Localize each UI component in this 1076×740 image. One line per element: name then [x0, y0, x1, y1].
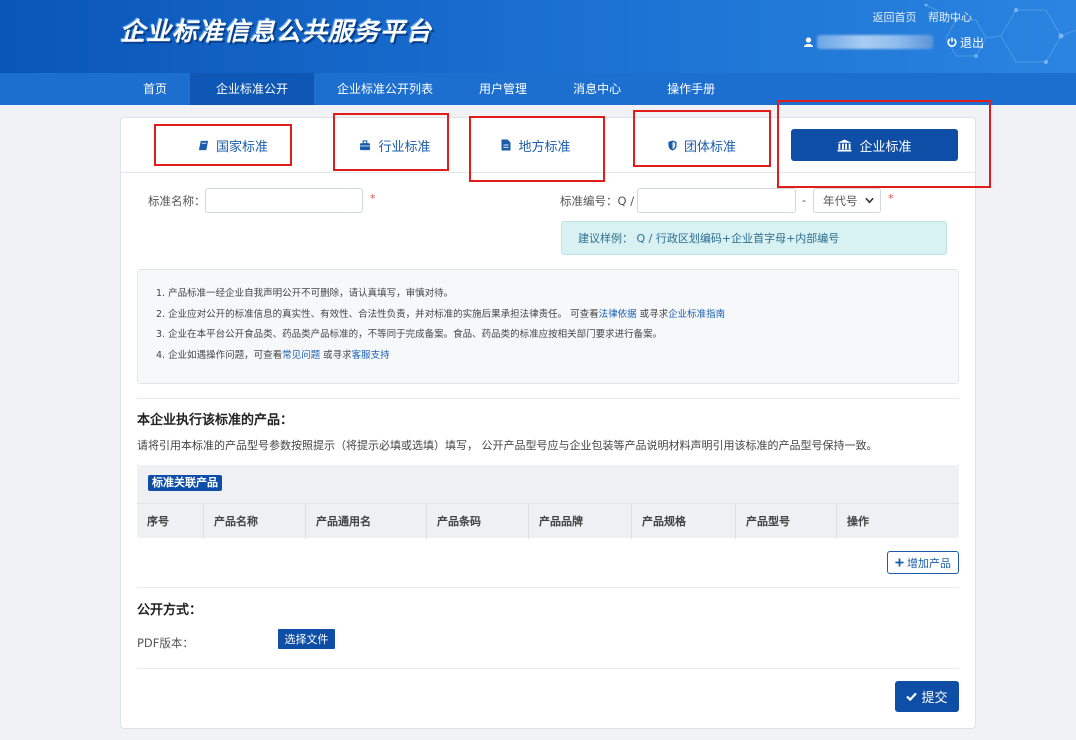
notice-line-1: 1. 产品标准一经企业自我声明公开不可删除，请认真填写，审慎对待。: [156, 288, 454, 299]
tab-group-standard[interactable]: 团体标准: [639, 129, 765, 161]
standard-name-label: 标准名称：: [148, 194, 206, 208]
year-select[interactable]: 年代号: [813, 188, 881, 213]
standard-name-input[interactable]: [205, 188, 363, 213]
site-header: 企业标准信息公共服务平台 返回首页 帮助中心 退出: [0, 0, 1076, 73]
notice-line-2: 2. 企业应对公开的标准信息的真实性、有效性、合法性负责，并对标准的实施后果承担…: [156, 305, 940, 326]
tab-national-standard[interactable]: 国家标准: [173, 129, 293, 161]
add-product-button[interactable]: 增加产品: [887, 551, 959, 574]
nav-item-user-management[interactable]: 用户管理: [456, 73, 550, 105]
table-badge: 标准关联产品: [148, 475, 222, 491]
tab-enterprise-standard[interactable]: 企业标准: [791, 129, 958, 161]
submit-label: 提交: [921, 691, 948, 706]
column-header: 操作: [847, 515, 869, 528]
notice-text: 2. 企业应对公开的标准信息的真实性、有效性、合法性负责，并对标准的实施后果承担…: [156, 308, 599, 320]
divider: [137, 668, 959, 669]
top-links: 返回首页 帮助中心: [865, 9, 973, 25]
shield-icon: [668, 140, 677, 150]
username-redacted: [817, 35, 933, 49]
document-icon: [501, 139, 511, 151]
products-section-title: 本企业执行该标准的产品：: [137, 413, 294, 428]
notice-text: 或寻求: [636, 308, 669, 320]
tab-label: 国家标准: [215, 139, 268, 155]
publish-section-title: 公开方式：: [137, 603, 203, 618]
tab-label: 团体标准: [683, 139, 736, 155]
legal-basis-link[interactable]: 法律依据: [599, 309, 637, 320]
column-header: 产品条码: [427, 504, 529, 539]
user-icon: [804, 37, 813, 47]
site-title: 企业标准信息公共服务平台: [120, 17, 433, 46]
table-header: 序号 产品名称 产品通用名 产品条码 产品品牌 产品规格 产品型号 操作: [137, 503, 959, 539]
nav-item-message-center[interactable]: 消息中心: [550, 73, 644, 105]
tab-label: 行业标准: [378, 139, 431, 155]
book-icon: [198, 140, 209, 150]
column-header: 序号: [137, 504, 204, 539]
check-icon: [906, 692, 918, 701]
nav-item-standard-publish[interactable]: 企业标准公开: [190, 73, 315, 105]
code-example-hint: 建议样例： Q / 行政区划编码+企业首字母+内部编号: [561, 221, 947, 255]
products-table: 标准关联产品 序号 产品名称 产品通用名 产品条码 产品品牌 产品规格 产品型号…: [137, 465, 959, 539]
logout-label: 退出: [960, 35, 985, 50]
notice-text: 或寻求: [320, 349, 352, 361]
notice-text: 4. 企业如遇操作问题，可查看: [156, 349, 283, 361]
main-nav: 首页 企业标准公开 企业标准公开列表 用户管理 消息中心 操作手册: [0, 73, 1076, 105]
submit-button[interactable]: 提交: [895, 681, 959, 712]
chevron-down-icon: [865, 197, 874, 204]
logout-button[interactable]: 退出: [947, 34, 984, 51]
standard-guide-link[interactable]: 企业标准指南: [668, 309, 725, 320]
column-header: 产品品牌: [529, 504, 632, 539]
nav-item-home[interactable]: 首页: [120, 73, 190, 105]
tab-local-standard[interactable]: 地方标准: [471, 129, 601, 161]
notice-line-3: 3. 企业在本平台公开食品类、药品类产品标准的，不等同于完成备案。食品、药品类的…: [156, 329, 663, 340]
column-header: 产品型号: [736, 504, 837, 539]
standard-type-tabs: 国家标准 行业标准 地方标准 团体标准 企业标准: [121, 118, 975, 173]
tab-label: 地方标准: [518, 139, 571, 155]
tab-label: 企业标准: [859, 139, 912, 155]
products-description: 请将引用本标准的产品型号参数按照提示（将提示必填或选填）填写， 公开产品型号应与…: [137, 439, 878, 452]
notice-box: 1. 产品标准一经企业自我声明公开不可删除，请认真填写，审慎对待。 2. 企业应…: [137, 269, 959, 384]
briefcase-icon: [360, 139, 371, 150]
nav-item-standard-list[interactable]: 企业标准公开列表: [314, 73, 456, 105]
standard-code-label: 标准编号：Q /: [560, 194, 635, 208]
tab-industry-standard[interactable]: 行业标准: [335, 129, 455, 161]
column-header: 产品名称: [204, 504, 306, 539]
faq-link[interactable]: 常见问题: [282, 350, 320, 361]
divider: [137, 587, 959, 588]
divider: [137, 398, 959, 399]
add-product-label: 增加产品: [907, 556, 951, 570]
required-mark: *: [888, 192, 894, 205]
power-icon: [947, 37, 957, 47]
bank-icon: [838, 138, 852, 152]
column-header: 产品规格: [632, 504, 736, 539]
standard-code-input[interactable]: [637, 188, 796, 213]
help-center-link[interactable]: 帮助中心: [928, 11, 972, 24]
support-link[interactable]: 客服支持: [352, 350, 390, 361]
required-mark: *: [370, 192, 376, 205]
plus-icon: [895, 558, 904, 567]
user-area: 退出: [804, 34, 984, 50]
main-card: 国家标准 行业标准 地方标准 团体标准 企业标准 标准名称： * 标准编号：Q …: [120, 100, 991, 729]
home-link[interactable]: 返回首页: [873, 11, 917, 24]
code-dash: -: [802, 193, 807, 207]
notice-line-4: 4. 企业如遇操作问题，可查看常见问题 或寻求客服支持: [156, 346, 940, 367]
pdf-label: PDF版本：: [137, 636, 194, 650]
year-select-value: 年代号: [823, 193, 858, 208]
nav-item-manual[interactable]: 操作手册: [644, 73, 738, 105]
choose-file-button[interactable]: 选择文件: [278, 629, 335, 649]
column-header: 产品通用名: [306, 504, 427, 539]
